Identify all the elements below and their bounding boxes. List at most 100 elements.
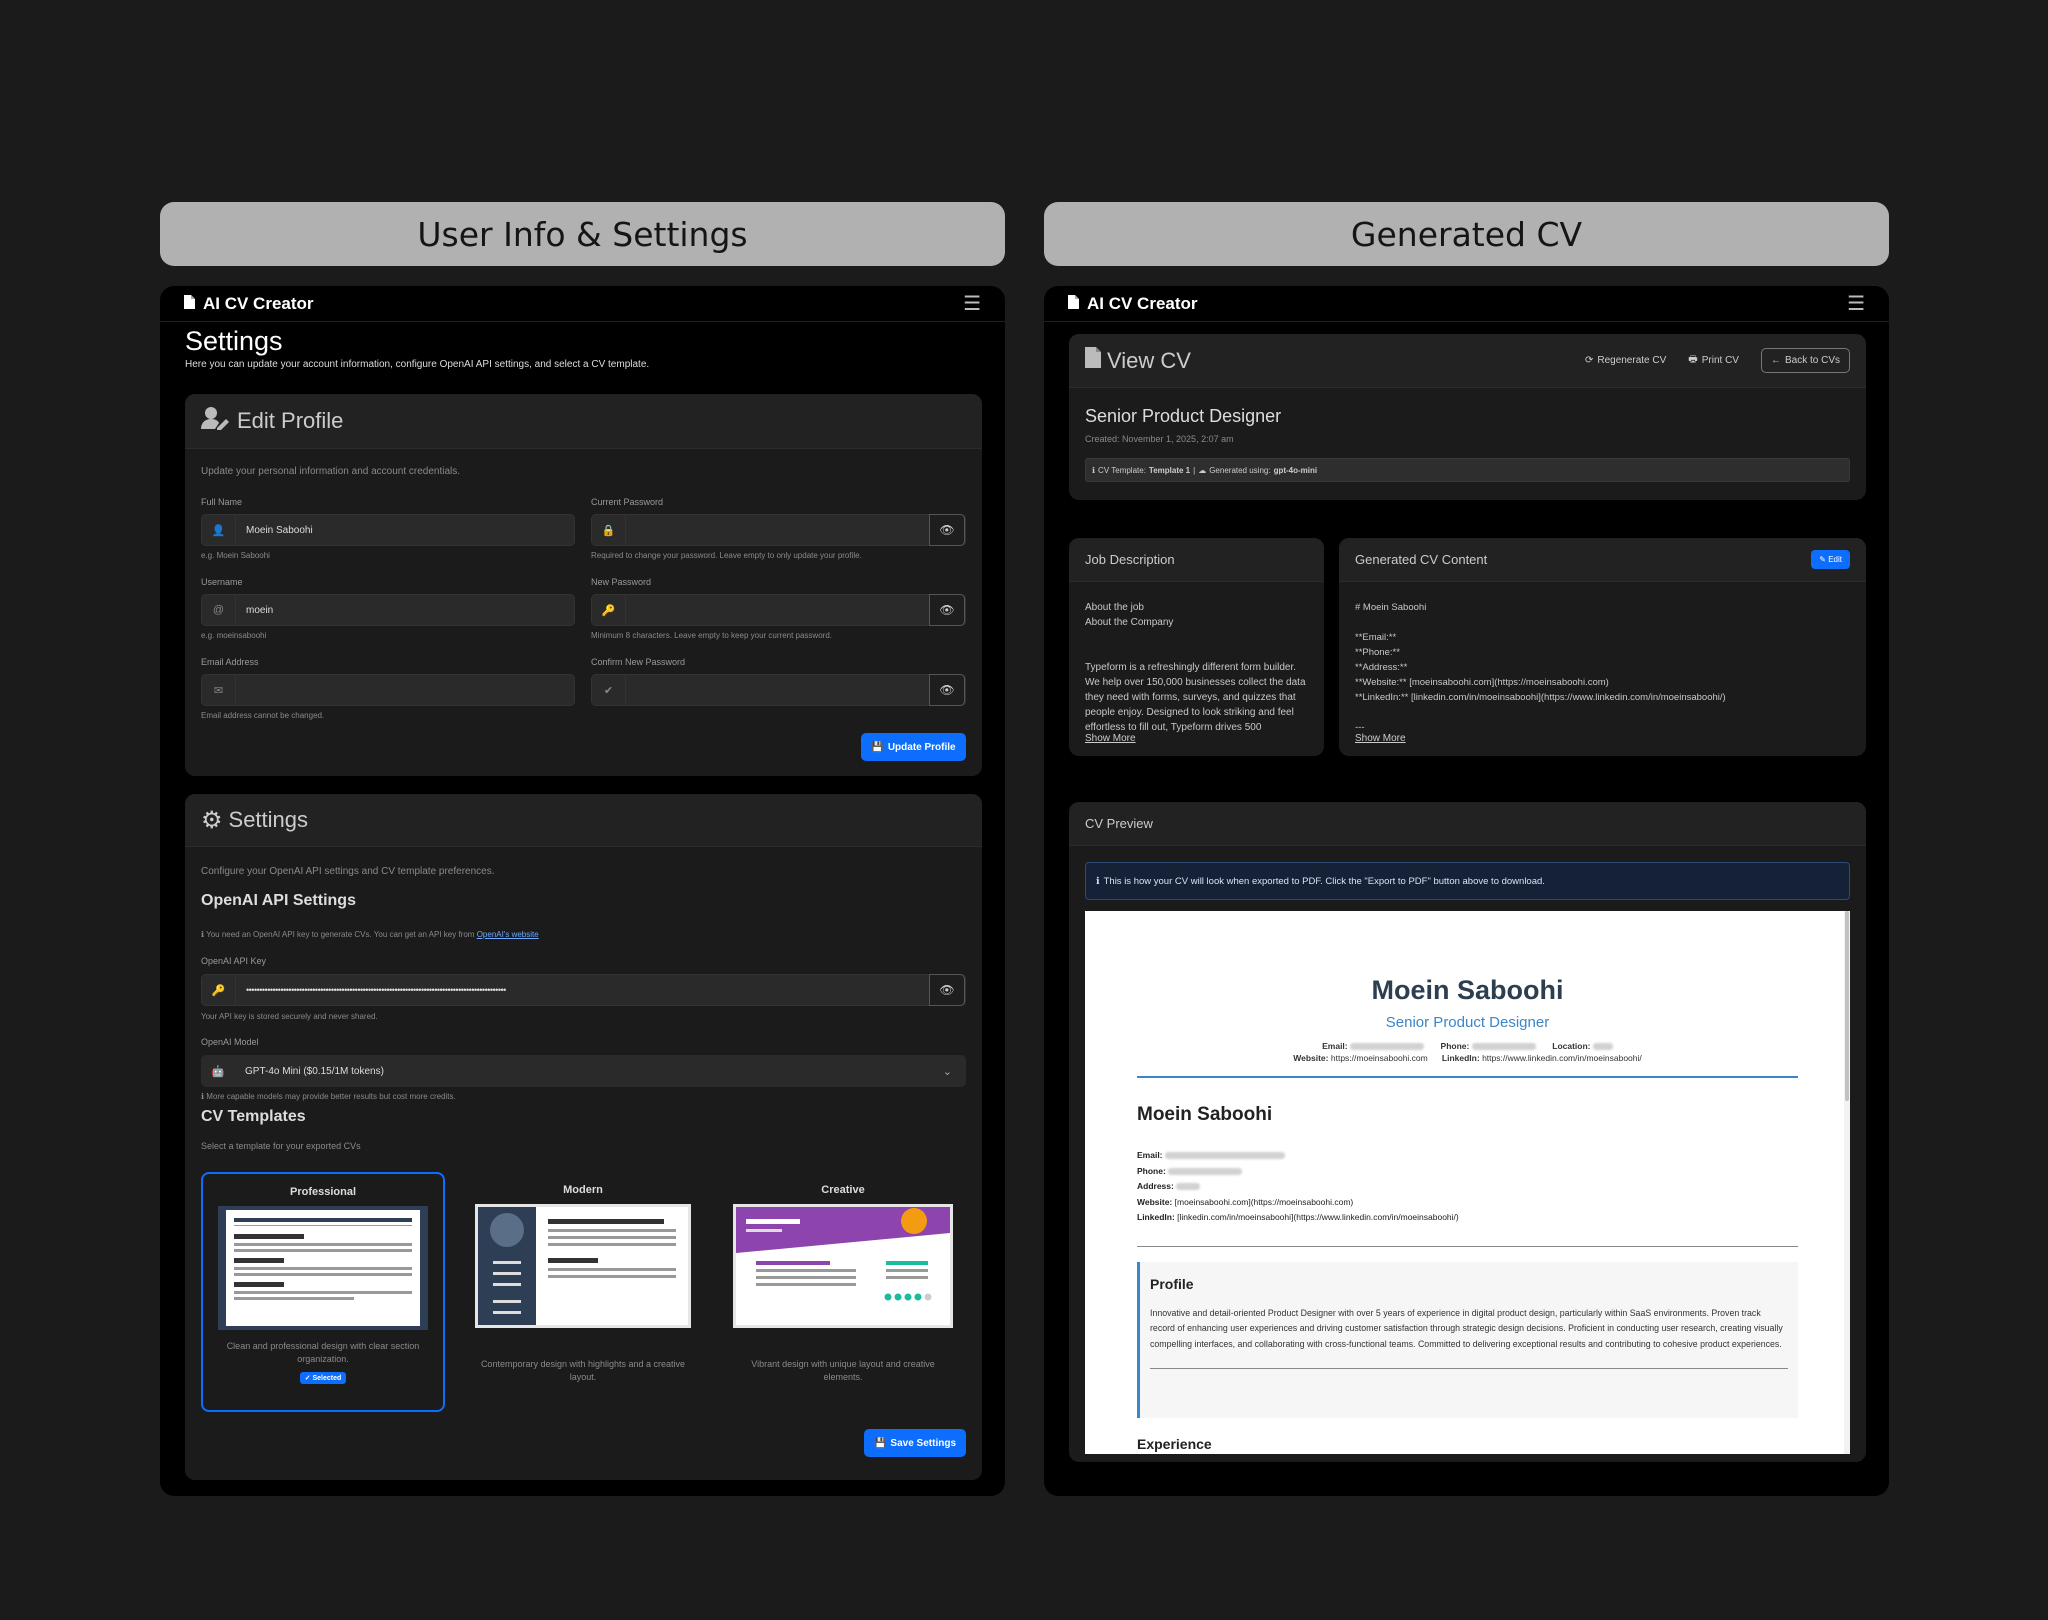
refresh-icon: ⟳: [1584, 355, 1594, 366]
cv-profile-section: Profile Innovative and detail-oriented P…: [1137, 1261, 1798, 1418]
regenerate-button[interactable]: ⟳ Regenerate CV: [1585, 355, 1666, 366]
lock-icon: 🔒: [592, 515, 626, 545]
selected-badge: ✓ Selected: [299, 1372, 347, 1384]
update-profile-button[interactable]: 💾 Update Profile: [861, 733, 966, 761]
edit-button[interactable]: ✎ Edit: [1811, 550, 1850, 569]
key-icon: 🔑: [202, 975, 236, 1005]
model-select[interactable]: 🤖 GPT-4o Mini ($0.15/1M tokens) ⌄: [201, 1055, 966, 1087]
info-icon: ℹ: [1096, 875, 1100, 887]
hamburger-icon[interactable]: ☰: [1847, 291, 1865, 316]
email-label: Email Address: [201, 657, 259, 667]
brand[interactable]: AI CV Creator: [1068, 294, 1198, 314]
info-icon: ℹ: [201, 1092, 205, 1101]
view-cv-window: AI CV Creator ☰ View CV ⟳ Regenerate CV 🖶…: [1044, 286, 1889, 1496]
edit-profile-desc: Update your personal information and acc…: [201, 466, 461, 477]
chevron-down-icon: ⌄: [942, 1065, 952, 1078]
cv-contact-line-2: Website: https://moeinsaboohi.com Linked…: [1293, 1053, 1642, 1063]
save-settings-button[interactable]: 💾 Save Settings: [864, 1429, 966, 1457]
save-icon: 💾: [873, 1437, 887, 1449]
professional-thumbnail: [218, 1206, 428, 1330]
current-password-label: Current Password: [591, 497, 664, 507]
creative-thumbnail: [733, 1204, 953, 1328]
username-field[interactable]: @ moein: [201, 594, 575, 626]
confirm-password-field[interactable]: ✔ 👁: [591, 674, 966, 706]
check-double-icon: ✔: [592, 675, 626, 705]
created-date: Created: November 1, 2025, 2:07 am: [1085, 434, 1234, 444]
current-password-help: Required to change your password. Leave …: [591, 551, 862, 560]
envelope-icon: ✉: [202, 675, 236, 705]
email-help: Email address cannot be changed.: [201, 711, 325, 720]
generated-content-text: # Moein Saboohi **Email:** **Phone:** **…: [1355, 602, 1726, 733]
info-icon: ℹ: [1092, 465, 1096, 475]
view-cv-card: View CV ⟳ Regenerate CV 🖶 Print CV ← Back t…: [1069, 334, 1866, 500]
at-icon: @: [202, 595, 236, 625]
cv-body-contacts: Email: Phone: Address: Website: [moeinsa…: [1137, 1150, 1459, 1222]
new-password-help: Minimum 8 characters. Leave empty to kee…: [591, 631, 832, 640]
arrow-left-icon: ←: [1770, 355, 1781, 366]
cv-role: Senior Product Designer: [1385, 1014, 1550, 1031]
navbar: AI CV Creator ☰: [1044, 286, 1889, 322]
new-password-label: New Password: [591, 577, 652, 587]
job-show-more-link[interactable]: Show More: [1085, 733, 1136, 744]
navbar: AI CV Creator ☰: [160, 286, 1005, 322]
edit-icon: ✎: [1819, 555, 1826, 564]
show-password-icon[interactable]: 👁: [929, 594, 965, 626]
preview-info-alert: ℹ This is how your CV will look when exp…: [1085, 862, 1850, 900]
user-icon: 👤: [202, 515, 236, 545]
edit-profile-card: Edit Profile Update your personal inform…: [185, 394, 982, 776]
gear-icon: ⚙: [201, 806, 223, 834]
cv-preview-card: CV Preview ℹ This is how your CV will lo…: [1069, 802, 1866, 1462]
cv-contact-line-1: Email: Phone: Location:: [1085, 1041, 1850, 1051]
brand-label: AI CV Creator: [203, 293, 314, 313]
full-name-help: e.g. Moein Saboohi: [201, 551, 270, 560]
generated-content-card: Generated CV Content ✎ Edit # Moein Sabo…: [1339, 538, 1866, 756]
template-card-professional[interactable]: Professional Clean and professional desi…: [201, 1172, 445, 1412]
user-edit-icon: [201, 406, 231, 436]
username-label: Username: [201, 577, 243, 587]
job-description-text: About the job About the Company Typeform…: [1085, 602, 1306, 733]
view-cv-title: View CV: [1085, 347, 1191, 374]
settings-window: AI CV Creator ☰ Settings Here you can up…: [160, 286, 1005, 1496]
page-subtitle: Here you can update your account informa…: [185, 359, 650, 370]
modern-thumbnail: [475, 1204, 691, 1328]
settings-desc: Configure your OpenAI API settings and C…: [201, 866, 495, 877]
settings-card: ⚙ Settings Configure your OpenAI API set…: [185, 794, 982, 1480]
template-card-creative[interactable]: Creative Vibrant design with unique layo…: [721, 1174, 965, 1394]
page-title: Settings: [185, 326, 283, 356]
openai-link[interactable]: OpenAI's website: [477, 930, 539, 939]
templates-heading: CV Templates: [201, 1108, 306, 1125]
current-password-field[interactable]: 🔒 👁: [591, 514, 966, 546]
model-help: ℹ More capable models may provide better…: [201, 1092, 456, 1101]
cv-profile-text: Innovative and detail-oriented Product D…: [1150, 1307, 1783, 1349]
cv-profile-title: Profile: [1150, 1275, 1194, 1292]
full-name-label: Full Name: [201, 497, 243, 507]
hamburger-icon[interactable]: ☰: [963, 291, 981, 316]
job-description-title: Job Description: [1085, 552, 1175, 567]
generated-show-more-link[interactable]: Show More: [1355, 733, 1406, 744]
cv-document-preview[interactable]: Moein Saboohi Senior Product Designer Em…: [1085, 911, 1850, 1454]
brand-label: AI CV Creator: [1087, 293, 1198, 313]
cv-meta-bar: ℹ CV Template: Template 1 | ☁ Generated …: [1085, 458, 1850, 482]
email-field[interactable]: ✉: [201, 674, 575, 706]
info-icon: ℹ: [201, 930, 205, 939]
file-icon: [1085, 347, 1101, 374]
show-key-icon[interactable]: 👁: [929, 974, 965, 1006]
settings-title: ⚙ Settings: [201, 806, 309, 834]
api-key-field[interactable]: 🔑 ••••••••••••••••••••••••••••••••••••••…: [201, 974, 966, 1006]
print-button[interactable]: 🖶 Print CV: [1688, 352, 1739, 369]
show-password-icon[interactable]: 👁: [929, 674, 965, 706]
show-password-icon[interactable]: 👁: [929, 514, 965, 546]
full-name-field[interactable]: 👤 Moein Saboohi: [201, 514, 575, 546]
document-icon: [1068, 294, 1079, 314]
new-password-field[interactable]: 🔑 👁: [591, 594, 966, 626]
template-card-modern[interactable]: Modern Contemporary design with highligh…: [461, 1174, 705, 1394]
cv-experience-heading: Experience: [1137, 1435, 1212, 1452]
confirm-password-label: Confirm New Password: [591, 657, 686, 667]
save-icon: 💾: [871, 741, 884, 753]
templates-desc: Select a template for your exported CVs: [201, 1141, 361, 1151]
job-title: Senior Product Designer: [1085, 406, 1282, 426]
brand[interactable]: AI CV Creator: [184, 294, 314, 314]
back-button[interactable]: ← Back to CVs: [1760, 348, 1850, 373]
cv-body-name: Moein Saboohi: [1137, 1104, 1273, 1125]
model-label: OpenAI Model: [201, 1037, 259, 1047]
